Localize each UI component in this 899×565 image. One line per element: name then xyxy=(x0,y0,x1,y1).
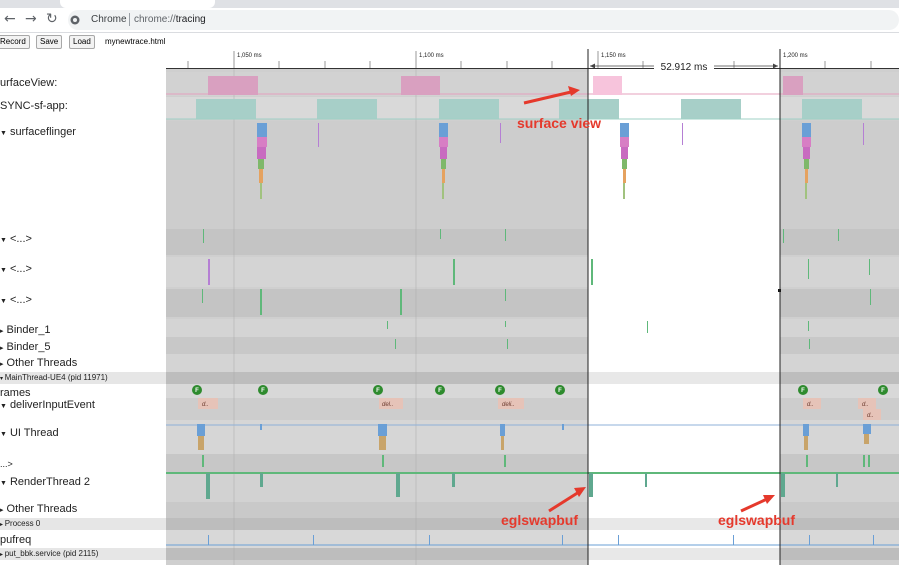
track-label-thread-3[interactable]: ▼ <...> xyxy=(0,294,32,306)
putbbk-header-bg xyxy=(166,548,899,560)
expand-triangle-icon[interactable]: ▸ xyxy=(0,507,4,514)
tab-strip xyxy=(0,0,899,8)
track-labels: urfaceView: SYNC-sf-app: ▼ surfaceflinger… xyxy=(0,49,166,565)
expand-triangle-icon[interactable]: ▼ xyxy=(0,130,7,137)
track-label-vsync[interactable]: SYNC-sf-app: xyxy=(0,100,68,112)
omnibar: ← → ↻ Chrome chrome://tracing xyxy=(0,8,899,33)
other-threads-track-bg xyxy=(166,354,899,372)
frame-marker-label: F xyxy=(438,388,442,394)
track-label-other-threads[interactable]: ▸ Other Threads xyxy=(0,357,77,369)
save-button[interactable]: Save xyxy=(36,35,63,49)
mainthread-header-bg xyxy=(166,372,899,384)
ruler-tick-label: 1,050 ms xyxy=(237,53,262,59)
deliver-slice-label: d.. xyxy=(202,402,209,408)
process-header-process0[interactable]: ▸ Process 0 xyxy=(0,518,166,530)
arrow-left-icon[interactable]: ← xyxy=(4,12,16,26)
time-ruler xyxy=(166,49,899,69)
deliver-slice-label: d.. xyxy=(807,402,814,408)
arrow-right-icon[interactable]: → xyxy=(25,12,37,26)
deliver-slice-label: del.. xyxy=(382,402,393,408)
ruler-tick-label: 1,100 ms xyxy=(419,53,444,59)
track-label-cpufreq[interactable]: pufreq xyxy=(0,534,31,546)
process-header-putbbk[interactable]: ▸ put_bbk.service (pid 2115) xyxy=(0,548,166,560)
annotation-eglswapbuf: eglswapbuf xyxy=(718,512,796,528)
track-label-deliver-input[interactable]: ▼ deliverInputEvent xyxy=(0,399,95,411)
reload-icon[interactable]: ↻ xyxy=(46,12,58,26)
frame-marker-label: F xyxy=(881,388,885,394)
expand-triangle-icon[interactable]: ▼ xyxy=(0,298,7,305)
expand-triangle-icon[interactable]: ▸ xyxy=(0,345,4,352)
url-text: chrome://tracing xyxy=(134,14,206,25)
track-label-ui-thread[interactable]: ▼ UI Thread xyxy=(0,427,59,439)
renderthread-track-bg xyxy=(166,472,899,502)
frames-track-bg xyxy=(166,384,899,398)
load-button[interactable]: Load xyxy=(69,35,95,49)
frame-marker-label: F xyxy=(558,388,562,394)
process-header-mainthread[interactable]: ▾ MainThread-UE4 (pid 11971) xyxy=(0,372,166,384)
selection-header-band xyxy=(588,548,780,560)
address-bar[interactable]: Chrome chrome://tracing xyxy=(68,10,899,30)
track-label-frames[interactable]: rames xyxy=(0,387,31,399)
annotation-eglswapbuf: eglswapbuf xyxy=(501,512,579,528)
deliver-slice-label: d.. xyxy=(862,402,869,408)
expand-triangle-icon[interactable]: ▼ xyxy=(0,267,7,274)
tracing-toolbar: Record Save Load mynewtrace.html xyxy=(0,33,166,49)
binder1-track-bg xyxy=(166,319,899,337)
chrome-icon xyxy=(70,15,80,25)
frame-marker-label: F xyxy=(195,388,199,394)
expand-triangle-icon[interactable]: ▼ xyxy=(0,403,7,410)
expand-triangle-icon[interactable]: ▸ xyxy=(0,361,4,368)
deliver-track-bg xyxy=(166,398,899,420)
ruler-baseline xyxy=(166,68,899,69)
trace-filename: mynewtrace.html xyxy=(105,37,166,46)
track-label-thread-1[interactable]: ▼ <...> xyxy=(0,233,32,245)
track-label-binder-1[interactable]: ▸ Binder_1 xyxy=(0,324,51,336)
frame-marker-label: F xyxy=(801,388,805,394)
binder5-track-bg xyxy=(166,337,899,354)
track-label-renderthread[interactable]: ▼ RenderThread 2 xyxy=(0,476,90,488)
surfaceflinger-track-bg xyxy=(166,121,899,229)
expand-triangle-icon[interactable]: ▼ xyxy=(0,237,7,244)
dots-track-bg xyxy=(166,454,899,472)
track-label-thread-2[interactable]: ▼ <...> xyxy=(0,263,32,275)
expand-triangle-icon[interactable]: ▼ xyxy=(0,431,7,438)
browser-tab[interactable] xyxy=(60,0,215,8)
frame-marker-label: F xyxy=(376,388,380,394)
expand-triangle-icon[interactable]: ▸ xyxy=(0,328,4,335)
selection-header-band xyxy=(588,372,780,384)
deliver-slice-label: deli.. xyxy=(502,402,515,408)
ruler-tick-label: 1,200 ms xyxy=(783,53,808,59)
expand-triangle-icon[interactable]: ▼ xyxy=(0,480,7,487)
deliver-slice-label: d.. xyxy=(867,413,874,419)
track-label-other-threads-2[interactable]: ▸ Other Threads xyxy=(0,503,77,515)
record-button[interactable]: Record xyxy=(0,35,30,49)
annotation-surface-view: surface view xyxy=(517,115,602,131)
frame-marker-label: F xyxy=(261,388,265,394)
site-label: Chrome xyxy=(91,14,127,25)
ruler-tick-label: 1,150 ms xyxy=(601,53,626,59)
thread2-track-bg xyxy=(166,257,899,287)
duration-label: 52.912 ms xyxy=(661,62,708,73)
track-label-dots[interactable]: ...> xyxy=(0,459,13,469)
thread3-track-bg xyxy=(166,289,899,317)
track-label-surfaceflinger[interactable]: ▼ surfaceflinger xyxy=(0,126,76,138)
url-separator xyxy=(129,13,130,26)
track-label-surfaceview[interactable]: urfaceView: xyxy=(0,77,57,89)
selection-highlight xyxy=(588,69,780,565)
thread1-track-bg xyxy=(166,229,899,255)
track-label-binder-5[interactable]: ▸ Binder_5 xyxy=(0,341,51,353)
frame-marker-label: F xyxy=(498,388,502,394)
